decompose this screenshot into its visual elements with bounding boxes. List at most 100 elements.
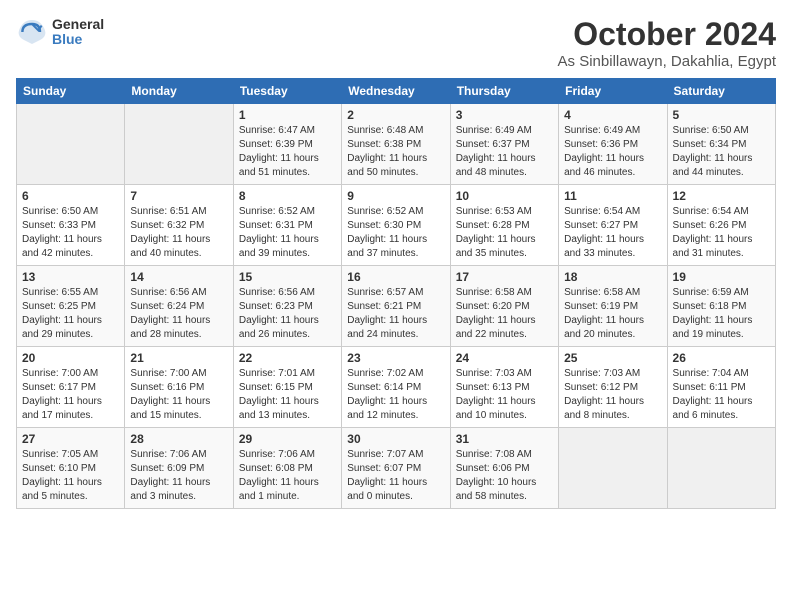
day-number: 4 [564, 108, 661, 122]
calendar-cell: 27 Sunrise: 7:05 AMSunset: 6:10 PMDayligh… [17, 428, 125, 509]
calendar-cell: 4Sunrise: 6:49 AMSunset: 6:36 PMDaylight… [559, 104, 667, 185]
day-number: 10 [456, 189, 553, 203]
day-number: 17 [456, 270, 553, 284]
calendar-cell: 25 Sunrise: 7:03 AMSunset: 6:12 PMDayligh… [559, 347, 667, 428]
day-detail: Sunrise: 7:00 AMSunset: 6:16 PMDaylight:… [130, 367, 227, 423]
calendar-cell: 30 Sunrise: 7:07 AMSunset: 6:07 PMDayligh… [342, 428, 450, 509]
location-title: As Sinbillawayn, Dakahlia, Egypt [558, 53, 776, 70]
calendar-cell: 18Sunrise: 6:58 AMSunset: 6:19 PMDayligh… [559, 266, 667, 347]
header-cell-thursday: Thursday [450, 79, 558, 104]
day-number: 1 [239, 108, 336, 122]
calendar-header: SundayMondayTuesdayWednesdayThursdayFrid… [17, 79, 776, 104]
day-detail: Sunrise: 6:51 AMSunset: 6:32 PMDaylight:… [130, 205, 227, 261]
calendar-cell: 31Sunrise: 7:08 AMSunset: 6:06 PMDayligh… [450, 428, 558, 509]
calendar-cell: 1 Sunrise: 6:47 AMSunset: 6:39 PMDaylight… [233, 104, 341, 185]
calendar-cell: 15 Sunrise: 6:56 AMSunset: 6:23 PMDayligh… [233, 266, 341, 347]
day-detail: Sunrise: 6:59 AMSunset: 6:18 PMDaylight:… [673, 286, 770, 342]
day-detail: Sunrise: 7:06 AMSunset: 6:08 PMDaylight:… [239, 448, 336, 504]
title-block: October 2024 As Sinbillawayn, Dakahlia, … [558, 16, 776, 70]
calendar-table: SundayMondayTuesdayWednesdayThursdayFrid… [16, 78, 776, 509]
calendar-cell: 10 Sunrise: 6:53 AMSunset: 6:28 PMDayligh… [450, 185, 558, 266]
calendar-cell: 6Sunrise: 6:50 AMSunset: 6:33 PMDaylight… [17, 185, 125, 266]
calendar-cell: 21 Sunrise: 7:00 AMSunset: 6:16 PMDayligh… [125, 347, 233, 428]
calendar-cell [17, 104, 125, 185]
day-number: 27 [22, 432, 119, 446]
header-cell-wednesday: Wednesday [342, 79, 450, 104]
day-number: 15 [239, 270, 336, 284]
day-detail: Sunrise: 6:54 AMSunset: 6:27 PMDaylight:… [564, 205, 661, 261]
calendar-cell: 23 Sunrise: 7:02 AMSunset: 6:14 PMDayligh… [342, 347, 450, 428]
calendar-cell: 20 Sunrise: 7:00 AMSunset: 6:17 PMDayligh… [17, 347, 125, 428]
day-detail: Sunrise: 6:55 AMSunset: 6:25 PMDaylight:… [22, 286, 119, 342]
day-number: 24 [456, 351, 553, 365]
day-number: 2 [347, 108, 444, 122]
day-detail: Sunrise: 7:07 AMSunset: 6:07 PMDaylight:… [347, 448, 444, 504]
day-number: 23 [347, 351, 444, 365]
day-detail: Sunrise: 6:56 AMSunset: 6:23 PMDaylight:… [239, 286, 336, 342]
header-cell-sunday: Sunday [17, 79, 125, 104]
day-detail: Sunrise: 6:54 AMSunset: 6:26 PMDaylight:… [673, 205, 770, 261]
header-cell-friday: Friday [559, 79, 667, 104]
day-number: 3 [456, 108, 553, 122]
day-detail: Sunrise: 6:58 AMSunset: 6:19 PMDaylight:… [564, 286, 661, 342]
day-number: 19 [673, 270, 770, 284]
calendar-cell [559, 428, 667, 509]
day-detail: Sunrise: 7:01 AMSunset: 6:15 PMDaylight:… [239, 367, 336, 423]
day-number: 8 [239, 189, 336, 203]
day-number: 31 [456, 432, 553, 446]
calendar-cell: 2Sunrise: 6:48 AMSunset: 6:38 PMDaylight… [342, 104, 450, 185]
day-detail: Sunrise: 6:56 AMSunset: 6:24 PMDaylight:… [130, 286, 227, 342]
calendar-cell: 9 Sunrise: 6:52 AMSunset: 6:30 PMDaylight… [342, 185, 450, 266]
day-detail: Sunrise: 6:52 AMSunset: 6:30 PMDaylight:… [347, 205, 444, 261]
day-number: 13 [22, 270, 119, 284]
page-header: General Blue October 2024 As Sinbillaway… [16, 16, 776, 70]
day-detail: Sunrise: 7:06 AMSunset: 6:09 PMDaylight:… [130, 448, 227, 504]
calendar-cell: 17 Sunrise: 6:58 AMSunset: 6:20 PMDayligh… [450, 266, 558, 347]
day-detail: Sunrise: 7:00 AMSunset: 6:17 PMDaylight:… [22, 367, 119, 423]
day-detail: Sunrise: 6:50 AMSunset: 6:33 PMDaylight:… [22, 205, 119, 261]
calendar-cell: 26 Sunrise: 7:04 AMSunset: 6:11 PMDayligh… [667, 347, 775, 428]
week-row-5: 27 Sunrise: 7:05 AMSunset: 6:10 PMDayligh… [17, 428, 776, 509]
day-number: 20 [22, 351, 119, 365]
day-number: 25 [564, 351, 661, 365]
day-number: 16 [347, 270, 444, 284]
week-row-4: 20 Sunrise: 7:00 AMSunset: 6:17 PMDayligh… [17, 347, 776, 428]
day-detail: Sunrise: 6:58 AMSunset: 6:20 PMDaylight:… [456, 286, 553, 342]
day-detail: Sunrise: 7:04 AMSunset: 6:11 PMDaylight:… [673, 367, 770, 423]
calendar-cell [667, 428, 775, 509]
day-number: 21 [130, 351, 227, 365]
day-detail: Sunrise: 7:03 AMSunset: 6:13 PMDaylight:… [456, 367, 553, 423]
week-row-2: 6Sunrise: 6:50 AMSunset: 6:33 PMDaylight… [17, 185, 776, 266]
calendar-cell: 28 Sunrise: 7:06 AMSunset: 6:09 PMDayligh… [125, 428, 233, 509]
calendar-cell: 11 Sunrise: 6:54 AMSunset: 6:27 PMDayligh… [559, 185, 667, 266]
calendar-cell: 19 Sunrise: 6:59 AMSunset: 6:18 PMDayligh… [667, 266, 775, 347]
day-number: 9 [347, 189, 444, 203]
day-number: 30 [347, 432, 444, 446]
calendar-cell: 12 Sunrise: 6:54 AMSunset: 6:26 PMDayligh… [667, 185, 775, 266]
header-cell-tuesday: Tuesday [233, 79, 341, 104]
day-number: 12 [673, 189, 770, 203]
day-detail: Sunrise: 7:02 AMSunset: 6:14 PMDaylight:… [347, 367, 444, 423]
day-number: 11 [564, 189, 661, 203]
header-cell-monday: Monday [125, 79, 233, 104]
header-cell-saturday: Saturday [667, 79, 775, 104]
day-number: 28 [130, 432, 227, 446]
calendar-cell: 29Sunrise: 7:06 AMSunset: 6:08 PMDayligh… [233, 428, 341, 509]
logo-general: General [52, 17, 104, 32]
calendar-cell [125, 104, 233, 185]
week-row-3: 13 Sunrise: 6:55 AMSunset: 6:25 PMDayligh… [17, 266, 776, 347]
calendar-cell: 22Sunrise: 7:01 AMSunset: 6:15 PMDayligh… [233, 347, 341, 428]
calendar-cell: 5Sunrise: 6:50 AMSunset: 6:34 PMDaylight… [667, 104, 775, 185]
day-detail: Sunrise: 6:53 AMSunset: 6:28 PMDaylight:… [456, 205, 553, 261]
calendar-cell: 16Sunrise: 6:57 AMSunset: 6:21 PMDayligh… [342, 266, 450, 347]
day-number: 26 [673, 351, 770, 365]
calendar-cell: 7Sunrise: 6:51 AMSunset: 6:32 PMDaylight… [125, 185, 233, 266]
day-detail: Sunrise: 7:03 AMSunset: 6:12 PMDaylight:… [564, 367, 661, 423]
day-detail: Sunrise: 6:47 AMSunset: 6:39 PMDaylight:… [239, 124, 336, 180]
calendar-cell: 14Sunrise: 6:56 AMSunset: 6:24 PMDayligh… [125, 266, 233, 347]
logo-blue: Blue [52, 32, 104, 47]
day-detail: Sunrise: 7:05 AMSunset: 6:10 PMDaylight:… [22, 448, 119, 504]
day-number: 5 [673, 108, 770, 122]
calendar-body: 1 Sunrise: 6:47 AMSunset: 6:39 PMDaylight… [17, 104, 776, 509]
calendar-cell: 24 Sunrise: 7:03 AMSunset: 6:13 PMDayligh… [450, 347, 558, 428]
